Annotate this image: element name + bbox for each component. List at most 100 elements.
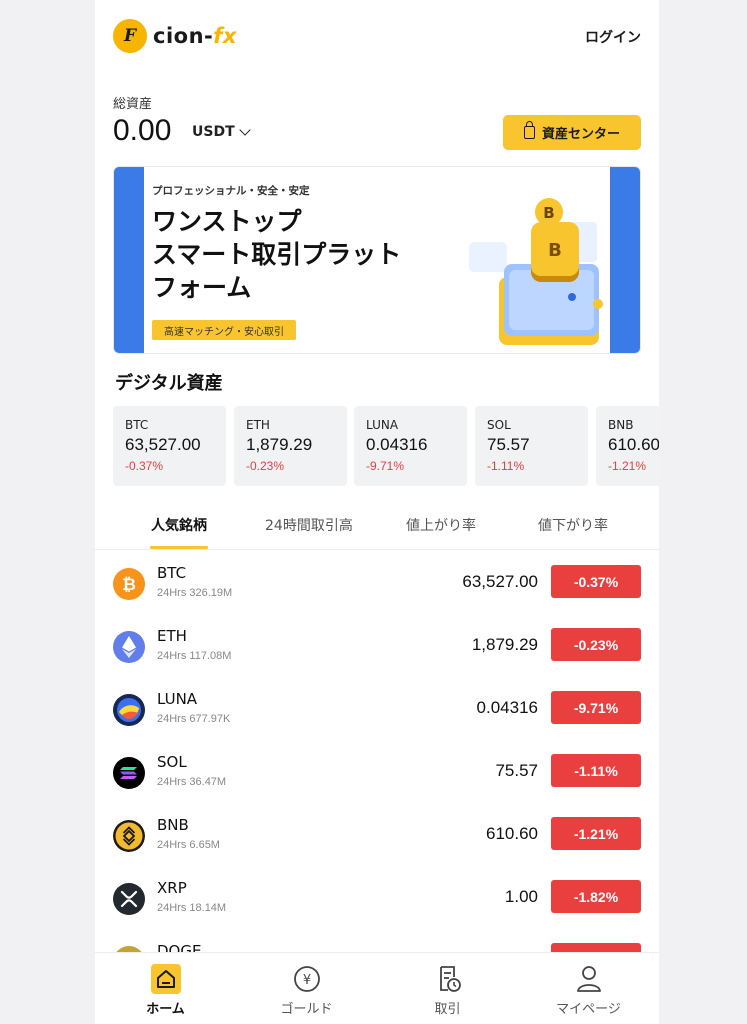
asset-card[interactable]: BTC 63,527.00 -0.37% — [113, 406, 226, 486]
bottom-navigation: ホーム ¥ ゴールド 取引 マイページ — [95, 952, 659, 1024]
asset-card[interactable]: ETH 1,879.29 -0.23% — [234, 406, 347, 486]
coin-price: 0.04316 — [476, 698, 538, 717]
coin-name: BNB — [157, 816, 189, 834]
shopping-bag-icon — [523, 121, 535, 139]
tab-popular[interactable]: 人気銘柄 — [151, 515, 207, 535]
card-price: 63,527.00 — [125, 435, 201, 454]
nav-trade[interactable]: 取引 — [377, 953, 518, 1024]
logo-mark-letter: F — [123, 26, 137, 46]
nav-label: 取引 — [434, 1002, 461, 1017]
logo-text-main: cion- — [153, 24, 214, 48]
promo-banner[interactable]: プロフェッショナル・安全・安定 ワンストップ スマート取引プラット フォーム 高… — [113, 166, 641, 354]
market-row[interactable]: ₿ BTC 24Hrs 326.19M 63,527.00 -0.37% — [95, 550, 659, 613]
tab-gainers[interactable]: 値上がり率 — [406, 515, 476, 535]
logo-mark-icon: F — [113, 19, 147, 53]
asset-center-label: 資産センター — [541, 127, 620, 142]
wallet-illustration-icon: B B — [469, 198, 603, 345]
asset-card[interactable]: LUNA 0.04316 -9.71% — [354, 406, 467, 486]
bitcoin-icon: ₿ — [113, 568, 145, 600]
nav-mypage[interactable]: マイページ — [518, 953, 659, 1024]
coin-volume: 24Hrs 18.14M — [157, 902, 227, 914]
card-price: 1,879.29 — [246, 435, 313, 454]
xrp-icon — [113, 883, 145, 915]
coin-name: ETH — [157, 627, 187, 645]
coin-change-badge: -1.82% — [551, 880, 641, 913]
tab-losers[interactable]: 値下がり率 — [538, 515, 608, 535]
brand-logo[interactable]: F cion-fx — [113, 18, 237, 54]
card-change: -0.37% — [125, 459, 164, 473]
coin-name: XRP — [157, 879, 187, 897]
market-row[interactable]: XRP 24Hrs 18.14M 1.00 -1.82% — [95, 865, 659, 928]
market-row[interactable]: ETH 24Hrs 117.08M 1,879.29 -0.23% — [95, 613, 659, 676]
order-history-icon — [432, 964, 464, 994]
coin-volume: 24Hrs 36.47M — [157, 776, 227, 788]
banner-coin-letter: B — [548, 240, 562, 261]
coin-price: 1.00 — [504, 887, 538, 906]
coin-price: 610.60 — [486, 824, 538, 843]
svg-text:¥: ¥ — [303, 973, 311, 988]
app-screen: F cion-fx ログイン 総資産 0.00 USDT 資産センター プロフェ… — [95, 0, 659, 1024]
digital-assets-title: デジタル資産 — [115, 373, 223, 394]
svg-text:₿: ₿ — [122, 575, 136, 595]
card-change: -0.23% — [246, 459, 285, 473]
coin-name: BTC — [157, 564, 187, 582]
coin-change-badge: -1.11% — [551, 754, 641, 787]
nav-label: ゴールド — [280, 1002, 333, 1017]
coin-volume: 24Hrs 6.65M — [157, 839, 220, 851]
coin-name: LUNA — [157, 690, 198, 708]
coin-change-badge: -0.37% — [551, 565, 641, 598]
nav-label: ホーム — [146, 1002, 185, 1017]
card-price: 75.57 — [487, 435, 530, 454]
login-link[interactable]: ログイン — [585, 27, 641, 47]
currency-selector[interactable]: USDT — [192, 124, 251, 140]
card-symbol: ETH — [246, 418, 270, 432]
banner-tag: 高速マッチング・安心取引 — [152, 320, 296, 340]
coin-price: 1,879.29 — [471, 635, 538, 654]
asset-card[interactable]: BNB 610.60 -1.21% — [596, 406, 659, 486]
nav-home[interactable]: ホーム — [95, 953, 236, 1024]
total-assets-label: 総資産 — [113, 97, 153, 112]
market-row[interactable]: BNB 24Hrs 6.65M 610.60 -1.21% — [95, 802, 659, 865]
asset-card[interactable]: SOL 75.57 -1.11% — [475, 406, 588, 486]
luna-icon — [113, 694, 145, 726]
banner-title-line: フォーム — [152, 273, 252, 302]
card-change: -9.71% — [366, 459, 405, 473]
banner-coin-letter-small: B — [543, 204, 554, 222]
card-symbol: SOL — [487, 418, 511, 432]
tab-24h-volume[interactable]: 24時間取引高 — [265, 515, 353, 535]
card-symbol: BTC — [125, 418, 149, 432]
card-symbol: LUNA — [366, 418, 399, 432]
asset-center-button[interactable]: 資産センター — [503, 115, 641, 150]
nav-label: マイページ — [556, 1002, 621, 1017]
ethereum-icon — [113, 631, 145, 663]
coin-price: 75.57 — [495, 761, 538, 780]
active-tab-indicator — [150, 546, 208, 549]
banner-right-edge — [610, 167, 640, 353]
chevron-down-icon — [238, 124, 251, 136]
user-icon — [573, 964, 605, 994]
coin-name: SOL — [157, 753, 187, 771]
banner-title-line: スマート取引プラット — [152, 240, 402, 269]
market-tabs: 人気銘柄 24時間取引高 値上がり率 値下がり率 — [95, 506, 659, 550]
banner-title-line: ワンストップ — [152, 207, 302, 236]
banner-left-edge — [114, 167, 144, 353]
market-row[interactable]: SOL 24Hrs 36.47M 75.57 -1.11% — [95, 739, 659, 802]
coin-change-badge: -1.21% — [551, 817, 641, 850]
coin-price: 63,527.00 — [462, 572, 538, 591]
coin-volume: 24Hrs 677.97K — [157, 713, 231, 725]
yen-coin-icon: ¥ — [291, 964, 323, 994]
coin-volume: 24Hrs 326.19M — [157, 587, 233, 599]
market-row[interactable]: LUNA 24Hrs 677.97K 0.04316 -9.71% — [95, 676, 659, 739]
logo-text: cion-fx — [153, 24, 237, 48]
coin-volume: 24Hrs 117.08M — [157, 650, 232, 662]
coin-change-badge: -9.71% — [551, 691, 641, 724]
bnb-icon — [113, 820, 145, 852]
card-change: -1.11% — [487, 459, 525, 473]
logo-text-accent: fx — [213, 24, 237, 48]
card-symbol: BNB — [608, 418, 634, 432]
card-price: 610.60 — [608, 435, 659, 454]
home-icon — [150, 964, 182, 994]
banner-subtitle: プロフェッショナル・安全・安定 — [152, 185, 310, 197]
nav-gold[interactable]: ¥ ゴールド — [236, 953, 377, 1024]
currency-label: USDT — [192, 124, 235, 140]
